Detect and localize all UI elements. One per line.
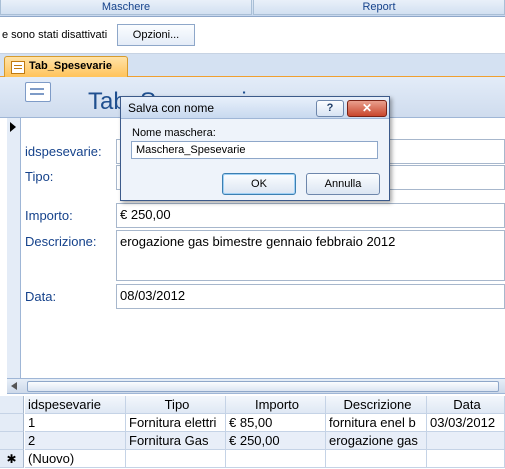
new-record-row[interactable]: ✱ (Nuovo) <box>0 450 505 468</box>
cell-idspesevarie[interactable]: 1 <box>25 414 126 432</box>
current-record-arrow-icon <box>10 122 16 132</box>
maschere-group-button[interactable]: Maschere <box>0 0 252 15</box>
cancel-button[interactable]: Annulla <box>306 173 380 195</box>
security-warning-text: e sono stati disattivati <box>2 29 108 41</box>
scroll-thumb[interactable] <box>27 381 499 392</box>
tab-label: Tab_Spesevarie <box>29 60 112 72</box>
cell-data[interactable]: 03/03/2012 <box>427 414 505 432</box>
document-tab-strip: Tab_Spesevarie <box>0 54 505 77</box>
column-header-descrizione[interactable]: Descrizione <box>326 396 427 414</box>
cell-idspesevarie[interactable]: 2 <box>25 432 126 450</box>
idspesevarie-label: idspesevarie: <box>25 144 102 159</box>
data-label: Data: <box>25 289 57 304</box>
descrizione-field[interactable]: erogazione gas bimestre gennaio febbraio… <box>116 230 505 281</box>
row-selector[interactable] <box>0 432 24 450</box>
save-as-dialog: Salva con nome ? ✕ Nome maschera: Masche… <box>120 96 390 201</box>
datasheet: idspesevarie Tipo Importo Descrizione Da… <box>0 396 505 469</box>
tipo-label: Tipo: <box>25 169 54 184</box>
dialog-title-bar[interactable]: Salva con nome ? ✕ <box>121 97 389 119</box>
record-selector[interactable] <box>7 118 21 378</box>
report-group-button[interactable]: Report <box>253 0 505 15</box>
cell-importo[interactable]: € 85,00 <box>226 414 326 432</box>
table-row[interactable]: 2 Fornitura Gas € 250,00 erogazione gas <box>0 432 505 450</box>
column-header-data[interactable]: Data <box>427 396 505 414</box>
row-selector[interactable] <box>0 414 24 432</box>
form-icon <box>11 61 25 74</box>
cell-data[interactable] <box>427 450 505 468</box>
cell-descrizione[interactable] <box>326 450 427 468</box>
column-header-idspesevarie[interactable]: idspesevarie <box>25 396 126 414</box>
table-row[interactable]: 1 Fornitura elettri € 85,00 fornitura en… <box>0 414 505 432</box>
cell-tipo[interactable]: Fornitura elettri <box>126 414 226 432</box>
ok-button[interactable]: OK <box>222 173 296 195</box>
tab-tab-spesevarie[interactable]: Tab_Spesevarie <box>4 56 128 77</box>
cell-tipo[interactable] <box>126 450 226 468</box>
options-button[interactable]: Opzioni... <box>117 24 195 46</box>
scroll-left-icon[interactable] <box>11 382 17 390</box>
close-button[interactable]: ✕ <box>347 100 387 117</box>
form-name-label: Nome maschera: <box>132 127 216 139</box>
form-header-icon <box>25 82 51 102</box>
cell-importo[interactable]: € 250,00 <box>226 432 326 450</box>
column-header-tipo[interactable]: Tipo <box>126 396 226 414</box>
ribbon-bar: Maschere Report <box>0 0 505 17</box>
cell-tipo[interactable]: Fornitura Gas <box>126 432 226 450</box>
cell-importo[interactable] <box>226 450 326 468</box>
message-bar: e sono stati disattivati Opzioni... <box>0 17 505 54</box>
column-header-importo[interactable]: Importo <box>226 396 326 414</box>
form-name-input[interactable]: Maschera_Spesevarie <box>131 141 378 159</box>
new-record-label[interactable]: (Nuovo) <box>25 450 126 468</box>
importo-label: Importo: <box>25 208 73 223</box>
new-record-marker-icon: ✱ <box>0 450 24 468</box>
cell-descrizione[interactable]: erogazione gas <box>326 432 427 450</box>
descrizione-label: Descrizione: <box>25 234 97 249</box>
select-all-corner[interactable] <box>0 396 24 414</box>
help-button[interactable]: ? <box>316 100 344 117</box>
datasheet-header-row: idspesevarie Tipo Importo Descrizione Da… <box>0 396 505 414</box>
split-form-scrollbar[interactable] <box>7 378 505 394</box>
dialog-title: Salva con nome <box>128 101 215 115</box>
cell-data[interactable] <box>427 432 505 450</box>
cell-descrizione[interactable]: fornitura enel b <box>326 414 427 432</box>
data-field[interactable]: 08/03/2012 <box>116 284 505 309</box>
importo-field[interactable]: € 250,00 <box>116 203 505 228</box>
